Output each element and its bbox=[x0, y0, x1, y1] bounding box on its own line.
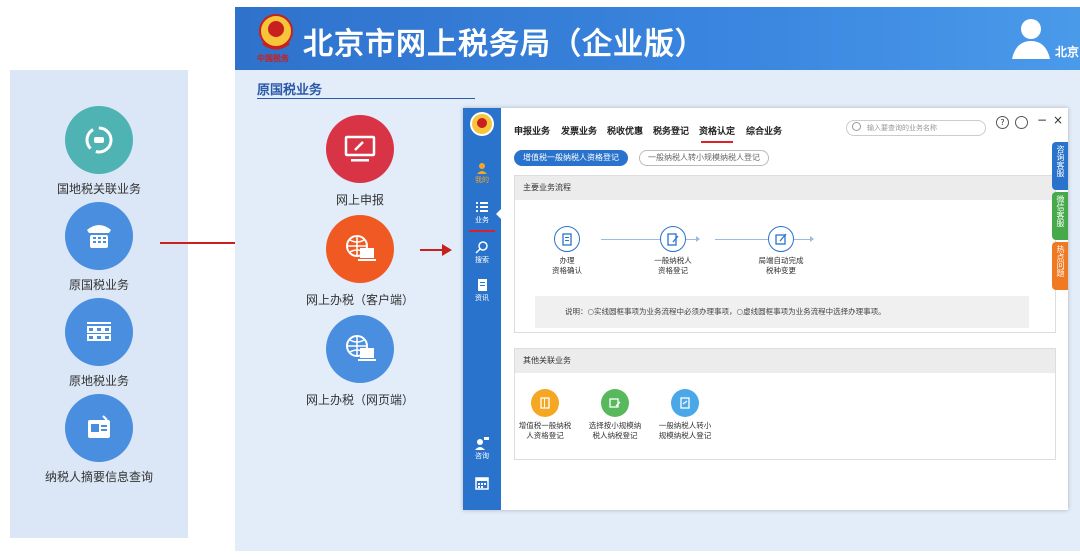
calendar-icon bbox=[475, 477, 489, 490]
portal-title: 北京市网上税务局（企业版） bbox=[303, 27, 706, 62]
process-note: 说明：○实线圆框事项为业务流程中必须办理事项，○虚线圆框事项为业务流程中选择办理… bbox=[535, 296, 1029, 328]
option-label: 网上申报 bbox=[335, 193, 384, 207]
screen: 国地税关联业务 原国税业务 原地税业务 纳税人摘要信息查询 中国税务 北京市网上… bbox=[0, 0, 1080, 557]
tax-emblem-icon bbox=[259, 14, 293, 50]
subtab-general-to-small[interactable]: 一般纳税人转小规模纳税人登记 bbox=[639, 150, 769, 166]
clipboard-icon bbox=[554, 226, 580, 252]
tab-comprehensive[interactable]: 综合业务 bbox=[746, 124, 782, 137]
side-tab-hot-questions[interactable]: 热点问题 bbox=[1052, 242, 1068, 290]
chat-user-icon bbox=[475, 437, 489, 450]
left-item-taxpayer-info[interactable]: 纳税人摘要信息查询 bbox=[10, 394, 188, 485]
tab-invoice[interactable]: 发票业务 bbox=[561, 124, 597, 137]
side-tab-label: 咨询客服 bbox=[1056, 145, 1065, 177]
edit-box-icon bbox=[768, 226, 794, 252]
left-menu-panel: 国地税关联业务 原国税业务 原地税业务 纳税人摘要信息查询 bbox=[10, 70, 188, 538]
option-web[interactable]: 网上办税（网页端） bbox=[290, 315, 430, 408]
other-item-small-scale[interactable]: 选择按小规模纳 税人纳税登记 bbox=[587, 389, 643, 441]
monitor-pen-icon bbox=[326, 115, 394, 183]
tab-tax-incentive[interactable]: 税收优惠 bbox=[607, 124, 643, 137]
active-tab-indicator bbox=[701, 141, 733, 143]
sidebar-item-calendar[interactable] bbox=[463, 476, 501, 491]
sidebar-item-news[interactable]: 资讯 bbox=[463, 278, 501, 303]
flow-arrow bbox=[420, 244, 452, 256]
main-process-box: 主要业务流程 办理 资格确认 一般纳税人 资格登记 局端自动完成 税种变更 说明… bbox=[514, 175, 1056, 333]
sidebar-item-mine[interactable]: 我的 bbox=[463, 160, 501, 185]
left-item-linked-business[interactable]: 国地税关联业务 bbox=[10, 106, 188, 197]
main-process-title: 主要业务流程 bbox=[515, 176, 1055, 200]
option-client[interactable]: 网上办税（客户端） bbox=[290, 215, 430, 308]
help-button[interactable]: ? bbox=[996, 116, 1009, 129]
edit-doc-icon bbox=[660, 226, 686, 252]
side-tab-label: 微信客服 bbox=[1056, 195, 1065, 227]
flow-step-label: 办理 资格确认 bbox=[552, 256, 582, 275]
phone-keypad-icon bbox=[65, 202, 133, 270]
emblem-text: 中国税务 bbox=[257, 54, 289, 63]
other-item-label: 选择按小规模纳 税人纳税登记 bbox=[588, 421, 642, 440]
search-icon bbox=[852, 122, 861, 131]
sidebar-item-label: 搜索 bbox=[475, 256, 489, 264]
sidebar-active-indicator bbox=[469, 230, 495, 232]
other-item-vat-registration[interactable]: 增值税一般纳税 人资格登记 bbox=[517, 389, 573, 441]
flow-step-registration[interactable]: 一般纳税人 资格登记 bbox=[633, 226, 713, 276]
tax-emblem-icon bbox=[470, 112, 494, 136]
book-icon bbox=[531, 389, 559, 417]
sidebar-item-label: 咨询 bbox=[475, 452, 489, 460]
sidebar-item-search[interactable]: 搜索 bbox=[463, 240, 501, 265]
minimize-button[interactable]: − bbox=[1037, 113, 1047, 127]
skin-icon[interactable] bbox=[1015, 116, 1028, 129]
flow-step-auto-change[interactable]: 局端自动完成 税种变更 bbox=[741, 226, 821, 276]
left-item-label: 国地税关联业务 bbox=[56, 182, 141, 196]
user-signal-icon bbox=[477, 163, 487, 174]
other-item-label: 一般纳税人转小 规模纳税人登记 bbox=[658, 421, 712, 440]
portal-header: 中国税务 北京市网上税务局（企业版） 北京 bbox=[235, 7, 1080, 70]
sidebar-item-consult[interactable]: 咨询 bbox=[463, 436, 501, 461]
client-topbar: 申报业务 发票业务 税收优惠 税务登记 资格认定 综合业务 输入要查询的业务名称… bbox=[501, 108, 1068, 148]
tab-tax-registration[interactable]: 税务登记 bbox=[653, 124, 689, 137]
side-tab-label: 热点问题 bbox=[1056, 245, 1065, 277]
globe-laptop-icon bbox=[326, 215, 394, 283]
doc-icon bbox=[671, 389, 699, 417]
tab-qualification[interactable]: 资格认定 bbox=[699, 124, 735, 137]
grid-icon bbox=[65, 298, 133, 366]
sidebar-item-label: 资讯 bbox=[475, 294, 489, 302]
sidebar-item-label: 我的 bbox=[475, 176, 489, 184]
list-icon bbox=[476, 202, 488, 212]
client-sidebar: 我的 业务 搜索 资讯 咨询 bbox=[463, 108, 501, 510]
sidebar-item-label: 业务 bbox=[475, 216, 489, 224]
flow-step-label: 一般纳税人 资格登记 bbox=[654, 256, 692, 275]
option-label: 网上办税（客户端） bbox=[305, 293, 414, 307]
flow-step-label: 局端自动完成 税种变更 bbox=[758, 256, 804, 275]
other-item-general-to-small[interactable]: 一般纳税人转小 规模纳税人登记 bbox=[657, 389, 713, 441]
side-tab-wechat-service[interactable]: 微信客服 bbox=[1052, 192, 1068, 240]
option-label: 网上办税（网页端） bbox=[305, 393, 414, 407]
close-button[interactable]: × bbox=[1053, 113, 1063, 127]
flow-step-confirm[interactable]: 办理 资格确认 bbox=[527, 226, 607, 276]
option-online-filing[interactable]: 网上申报 bbox=[290, 115, 430, 208]
search-icon bbox=[475, 241, 488, 254]
sidebar-active-notch bbox=[496, 209, 501, 219]
doc-edit-icon bbox=[601, 389, 629, 417]
section-divider bbox=[257, 98, 475, 99]
document-icon bbox=[478, 279, 487, 291]
left-item-local-tax[interactable]: 原地税业务 bbox=[10, 298, 188, 389]
other-business-box: 其他关联业务 增值税一般纳税 人资格登记 选择按小规模纳 税人纳税登记 一般纳税… bbox=[514, 348, 1056, 460]
left-item-label: 原地税业务 bbox=[68, 374, 129, 388]
client-window: 我的 业务 搜索 资讯 咨询 申报业务 发票业务 税收优惠 税务登记 资格认定 … bbox=[463, 108, 1068, 510]
link-arrows-icon bbox=[65, 106, 133, 174]
other-business-title: 其他关联业务 bbox=[515, 349, 1055, 373]
left-item-national-tax[interactable]: 原国税业务 bbox=[10, 202, 188, 293]
user-icon[interactable] bbox=[1010, 17, 1052, 61]
left-item-label: 原国税业务 bbox=[68, 278, 129, 292]
search-input[interactable]: 输入要查询的业务名称 bbox=[846, 120, 986, 136]
user-name: 北京 bbox=[1055, 45, 1080, 59]
side-tab-customer-service[interactable]: 咨询客服 bbox=[1052, 142, 1068, 190]
left-item-label: 纳税人摘要信息查询 bbox=[44, 470, 153, 484]
tab-declaration[interactable]: 申报业务 bbox=[514, 124, 550, 137]
globe-laptop-icon bbox=[326, 315, 394, 383]
id-card-icon bbox=[65, 394, 133, 462]
other-item-label: 增值税一般纳税 人资格登记 bbox=[518, 421, 572, 440]
section-title: 原国税业务 bbox=[257, 83, 323, 98]
subtab-vat-general-registration[interactable]: 增值税一般纳税人资格登记 bbox=[514, 150, 628, 166]
